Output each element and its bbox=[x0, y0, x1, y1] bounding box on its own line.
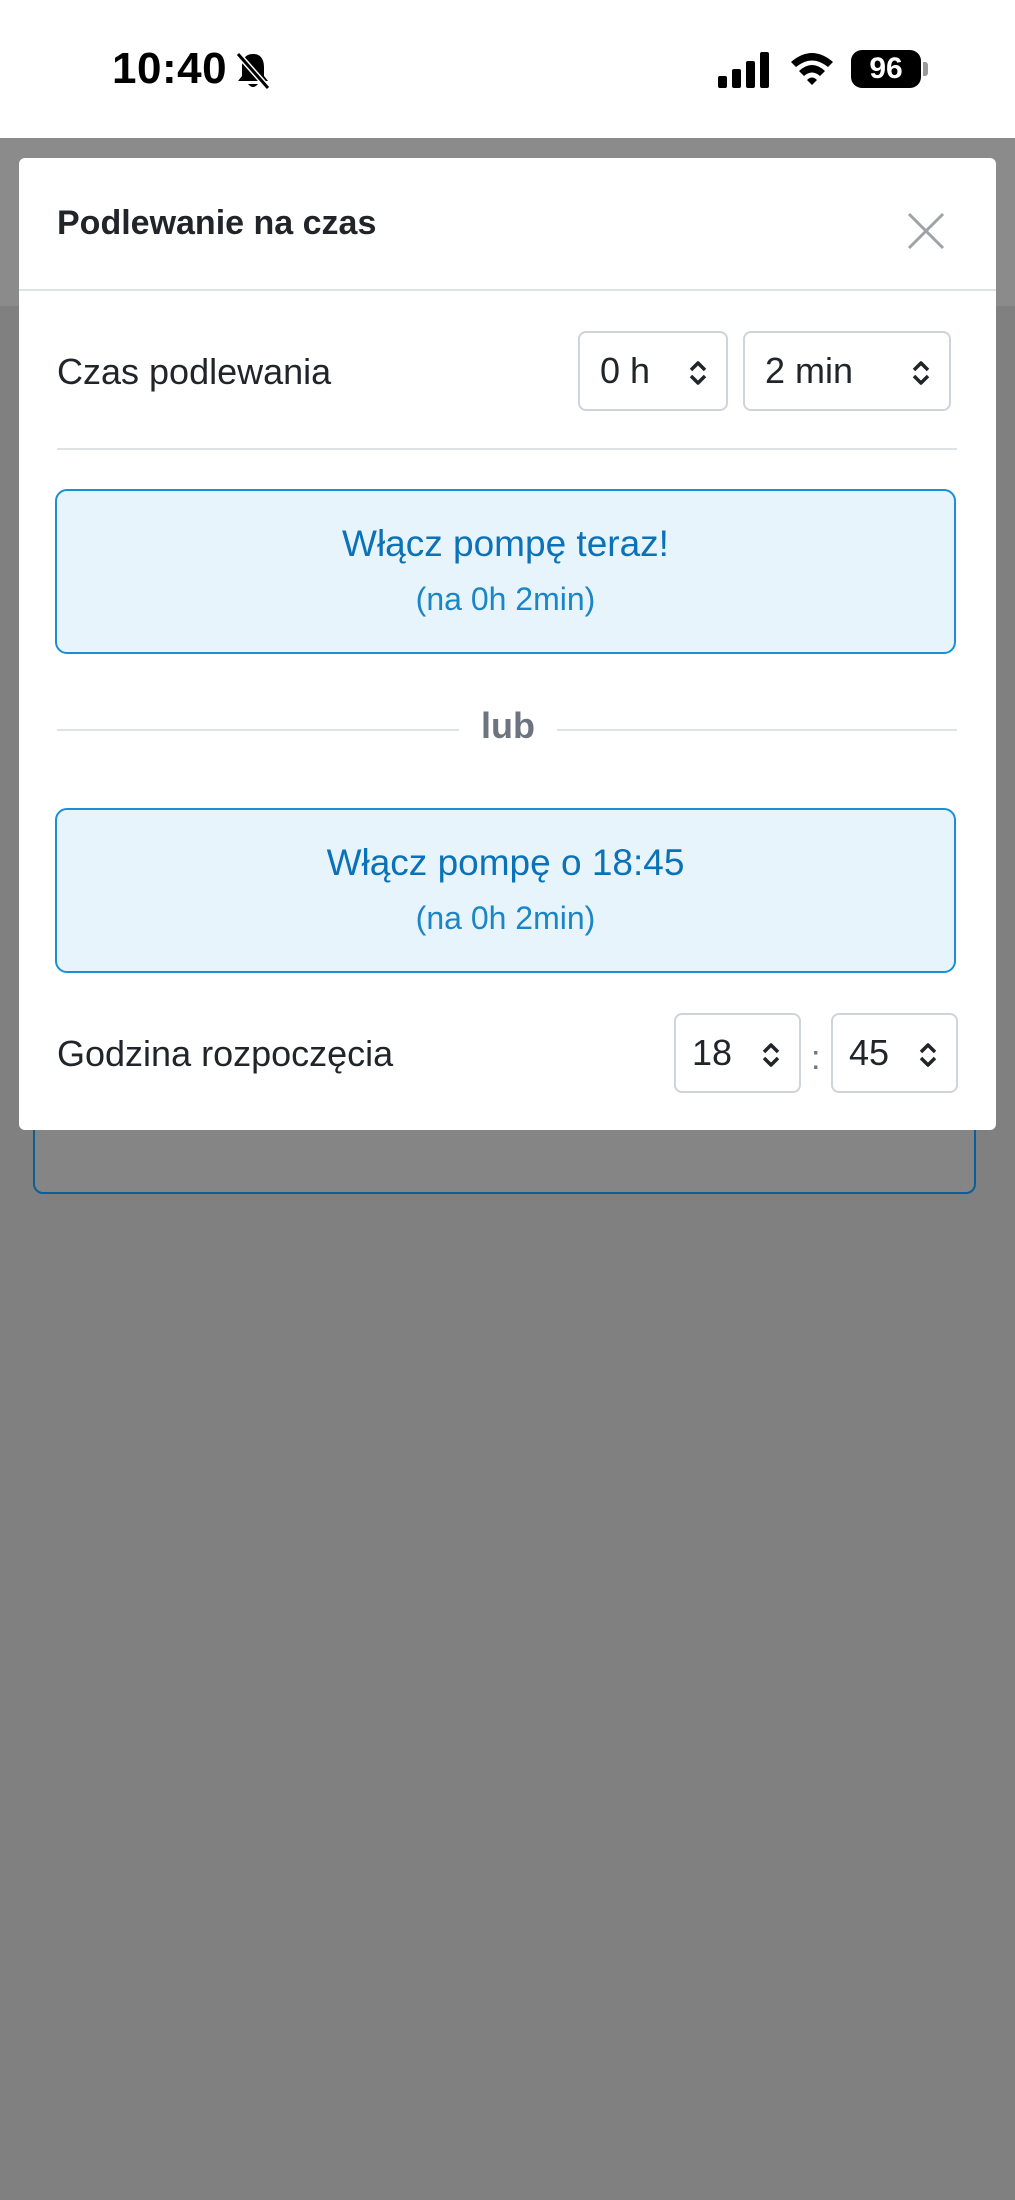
start-time-label: Godzina rozpoczęcia bbox=[57, 1033, 394, 1074]
start-minute-select[interactable]: 45 bbox=[831, 1013, 958, 1093]
divider bbox=[57, 448, 957, 450]
duration-minutes-value: 2 min bbox=[765, 350, 854, 391]
pump-now-button[interactable]: Włącz pompę teraz! (na 0h 2min) bbox=[55, 489, 956, 654]
duration-minutes-select[interactable]: 2 min bbox=[743, 331, 951, 411]
or-separator: lub bbox=[481, 705, 535, 746]
wifi-icon bbox=[791, 53, 833, 85]
battery-cap bbox=[923, 62, 928, 76]
start-minute-value: 45 bbox=[849, 1032, 890, 1073]
status-bar: 10:40 96 bbox=[0, 0, 1015, 138]
duration-hours-select[interactable]: 0 h bbox=[578, 331, 728, 411]
chevron-updown-icon bbox=[912, 361, 930, 385]
duration-hours-value: 0 h bbox=[600, 350, 651, 391]
pump-now-duration: (na 0h 2min) bbox=[415, 581, 596, 617]
pump-scheduled-label: Włącz pompę o 18:45 bbox=[326, 842, 685, 883]
battery-icon: 96 bbox=[851, 50, 929, 88]
modal-header: Podlewanie na czas bbox=[19, 158, 996, 291]
pump-scheduled-duration: (na 0h 2min) bbox=[415, 900, 596, 936]
close-icon[interactable] bbox=[905, 210, 947, 252]
chevron-updown-icon bbox=[762, 1043, 780, 1067]
status-time: 10:40 bbox=[112, 44, 228, 93]
battery-level: 96 bbox=[851, 50, 921, 88]
start-hour-select[interactable]: 18 bbox=[674, 1013, 801, 1093]
time-separator: : bbox=[811, 1039, 821, 1077]
bell-slash-icon bbox=[235, 52, 271, 90]
start-hour-value: 18 bbox=[692, 1032, 733, 1073]
chevron-updown-icon bbox=[689, 361, 707, 385]
pump-scheduled-button[interactable]: Włącz pompę o 18:45 (na 0h 2min) bbox=[55, 808, 956, 973]
chevron-updown-icon bbox=[919, 1043, 937, 1067]
cellular-signal-icon bbox=[718, 52, 769, 88]
or-divider-right bbox=[557, 729, 957, 731]
duration-label: Czas podlewania bbox=[57, 351, 332, 392]
pump-now-label: Włącz pompę teraz! bbox=[342, 523, 669, 564]
or-divider-left bbox=[57, 729, 459, 731]
watering-modal: Podlewanie na czas Czas podlewania 0 h 2… bbox=[19, 158, 996, 1130]
modal-title: Podlewanie na czas bbox=[57, 204, 377, 242]
